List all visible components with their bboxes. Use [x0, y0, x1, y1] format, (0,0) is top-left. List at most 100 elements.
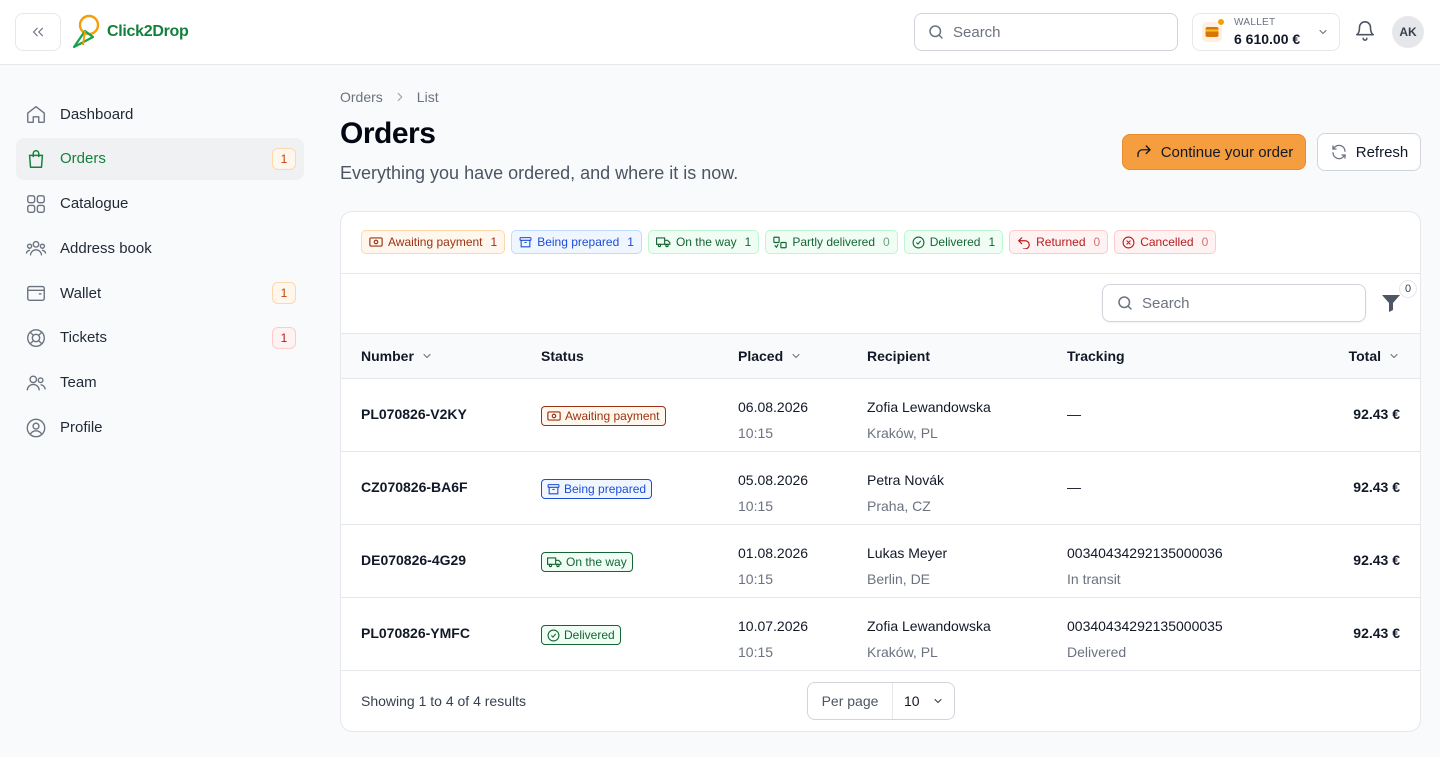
tab-label: On the way: [675, 235, 737, 249]
order-number[interactable]: CZ070826-BA6F: [361, 479, 468, 495]
placed-cell: 05.08.2026 10:15: [738, 467, 808, 519]
tab-count: 0: [1201, 235, 1209, 249]
sidebar-item-tickets[interactable]: Tickets 1: [16, 317, 304, 359]
sidebar-item-address-book[interactable]: Address book: [16, 227, 304, 269]
breadcrumb-orders-link[interactable]: Orders: [340, 89, 383, 105]
sidebar-item-profile[interactable]: Profile: [16, 407, 304, 449]
table-search-input[interactable]: [1142, 294, 1342, 312]
tab-label: Partly delivered: [792, 235, 876, 249]
order-total: 92.43 €: [1353, 625, 1400, 641]
sidebar-item-label: Tickets: [60, 329, 107, 347]
tracking-number[interactable]: 00340434292135000036: [1067, 545, 1223, 561]
tracking-cell: —: [1067, 406, 1081, 422]
funnel-icon: [1382, 295, 1400, 312]
status-badge: Awaiting payment: [541, 406, 666, 426]
column-recipient: Recipient: [867, 348, 930, 364]
tracking-status: In transit: [1067, 571, 1121, 587]
sidebar-item-dashboard[interactable]: Dashboard: [16, 93, 304, 135]
shopping-bag-icon: [24, 147, 48, 171]
placed-cell: 10.07.2026 10:15: [738, 613, 808, 665]
banknote-icon: [369, 237, 383, 247]
recipient-name: Lukas Meyer: [867, 545, 948, 561]
order-number[interactable]: DE070826-4G29: [361, 552, 466, 568]
column-total[interactable]: Total: [1349, 348, 1400, 364]
placed-time: 10:15: [738, 571, 774, 587]
avatar[interactable]: AK: [1392, 16, 1424, 48]
table-search[interactable]: [1102, 284, 1366, 322]
status-pill: On the way: [541, 552, 633, 572]
refresh-icon: [1332, 144, 1346, 160]
order-number[interactable]: PL070826-V2KY: [361, 406, 467, 422]
tab-being-prepared[interactable]: Being prepared 1: [511, 230, 642, 254]
tab-partly-delivered[interactable]: Partly delivered 0: [765, 230, 898, 254]
table-row[interactable]: CZ070826-BA6F Being prepared 05.08.2026 …: [341, 452, 1420, 525]
share-arrow-icon: [1137, 145, 1151, 158]
per-page-select[interactable]: Per page 10: [807, 682, 955, 720]
table-row[interactable]: PL070826-YMFC Delivered 10.07.2026 10:15…: [341, 598, 1420, 671]
top-bar: Click2Drop WALLET 6 610.00 € AK: [0, 0, 1440, 65]
continue-order-label: Continue your order: [1160, 143, 1294, 161]
divider: [341, 273, 1420, 274]
order-total: 92.43 €: [1353, 552, 1400, 568]
placed-date: 06.08.2026: [738, 399, 809, 415]
tab-returned[interactable]: Returned 0: [1009, 230, 1109, 254]
refresh-button[interactable]: Refresh: [1317, 133, 1421, 171]
table-row[interactable]: PL070826-V2KY Awaiting payment 06.08.202…: [341, 379, 1420, 452]
brand-logo[interactable]: Click2Drop: [71, 12, 189, 52]
table-row[interactable]: DE070826-4G29 On the way 01.08.2026 10:1…: [341, 525, 1420, 598]
per-page-value-wrapper[interactable]: 10: [893, 693, 954, 709]
logo-mark-icon: [72, 14, 100, 49]
status-badge: Delivered: [541, 625, 621, 645]
banknote-icon: [547, 411, 561, 421]
archive-box-icon: [519, 236, 532, 247]
placed-cell: 01.08.2026 10:15: [738, 540, 808, 592]
column-label: Status: [541, 348, 584, 364]
notifications-button[interactable]: [1354, 20, 1376, 47]
sidebar-item-wallet[interactable]: Wallet 1: [16, 272, 304, 314]
check-circle-icon: [912, 236, 925, 248]
filter-button[interactable]: [1381, 292, 1401, 314]
recipient-cell: Petra Novák Praha, CZ: [867, 467, 944, 519]
home-icon: [24, 102, 48, 126]
placed-date: 05.08.2026: [738, 472, 809, 488]
sidebar-item-catalogue[interactable]: Catalogue: [16, 183, 304, 225]
placed-time: 10:15: [738, 425, 774, 441]
continue-order-button[interactable]: Continue your order: [1122, 134, 1306, 170]
status-pill: Delivered: [541, 625, 621, 645]
placed-time: 10:15: [738, 644, 774, 660]
chevron-right-icon: [393, 90, 407, 104]
grid-icon: [24, 192, 48, 216]
sidebar-item-team[interactable]: Team: [16, 362, 304, 404]
wallet-dropdown[interactable]: WALLET 6 610.00 €: [1192, 13, 1340, 51]
sidebar-item-orders[interactable]: Orders 1: [16, 137, 304, 180]
tracking-number[interactable]: 00340434292135000035: [1067, 618, 1223, 634]
tab-label: Delivered: [929, 235, 981, 249]
global-search-input[interactable]: [953, 23, 1153, 41]
wallet-icon: [24, 281, 48, 305]
recipient-name: Petra Novák: [867, 472, 945, 488]
order-total: 92.43 €: [1353, 479, 1400, 495]
column-label: Tracking: [1067, 348, 1125, 364]
global-search[interactable]: [914, 13, 1178, 51]
wallet-icon: [1202, 18, 1225, 42]
tab-on-the-way[interactable]: On the way 1: [647, 230, 760, 254]
tab-awaiting-payment[interactable]: Awaiting payment 1: [361, 230, 506, 254]
return-arrow-icon: [1018, 236, 1030, 249]
team-icon: [24, 371, 48, 395]
tab-cancelled[interactable]: Cancelled 0: [1114, 230, 1217, 254]
sidebar-item-label: Orders: [60, 150, 106, 168]
truck-icon: [547, 557, 562, 568]
recipient-city: Kraków, PL: [867, 644, 938, 660]
order-number[interactable]: PL070826-YMFC: [361, 625, 470, 641]
column-placed[interactable]: Placed: [738, 348, 802, 364]
column-number[interactable]: Number: [361, 348, 433, 364]
brand-name: Click2Drop: [107, 23, 189, 40]
status-label: Awaiting payment: [565, 409, 660, 423]
collapse-sidebar-button[interactable]: [15, 13, 61, 51]
tab-delivered[interactable]: Delivered 1: [903, 230, 1004, 254]
tracking-cell: 00340434292135000036 In transit: [1067, 540, 1223, 592]
tab-label: Awaiting payment: [388, 235, 483, 249]
tab-label: Being prepared: [537, 235, 620, 249]
x-circle-icon: [1122, 236, 1135, 248]
chevron-down-icon: [423, 353, 431, 359]
